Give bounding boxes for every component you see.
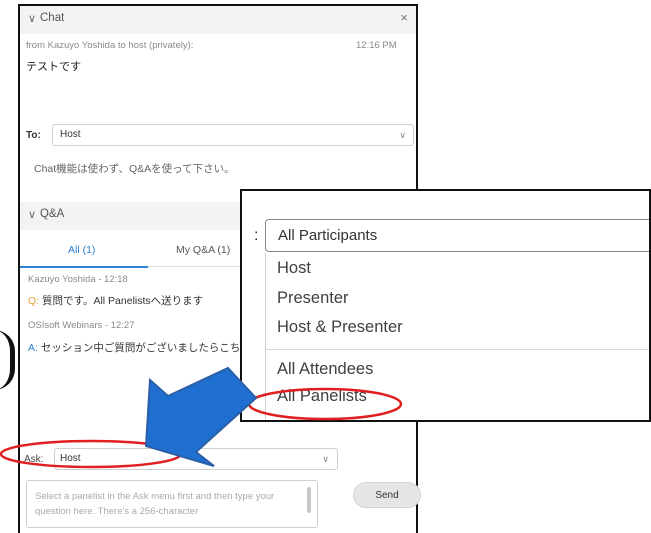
dropdown-option-host[interactable]: Host — [277, 259, 311, 278]
dropdown-option-host-presenter[interactable]: Host & Presenter — [277, 318, 403, 337]
ask-select-value: Host — [60, 453, 81, 464]
dropdown-selected-field[interactable]: All Participants — [265, 219, 649, 252]
dropdown-option-presenter[interactable]: Presenter — [277, 289, 349, 308]
chat-message-time: 12:16 PM — [356, 40, 397, 51]
send-button[interactable]: Send — [353, 482, 421, 508]
background-bracket — [0, 330, 15, 390]
ask-label: Ask: — [24, 454, 44, 465]
tab-my-qa[interactable]: My Q&A (1) — [148, 238, 248, 267]
dropdown-option-all-attendees[interactable]: All Attendees — [277, 360, 373, 379]
chat-header[interactable]: ∨ Chat × — [20, 6, 416, 34]
answer-prefix: A: — [28, 342, 38, 354]
chat-notice: Chat機能は使わず、Q&Aを使って下さい。 — [34, 163, 235, 175]
dropdown-divider — [266, 349, 649, 350]
dropdown-option-all-panelists[interactable]: All Panelists — [277, 387, 367, 406]
chevron-down-icon[interactable]: ∨ — [28, 12, 36, 25]
qa-entry-question[interactable]: Q: 質問です。All Panelistsへ送ります — [28, 293, 203, 308]
tab-all[interactable]: All (1) — [20, 238, 148, 268]
ask-dropdown-zoom: : All Participants Host Presenter Host &… — [240, 189, 651, 422]
qa-entry-answer[interactable]: A: セッション中ご質問がございましたらこちらに — [28, 340, 261, 355]
question-placeholder: Select a panelist in the Ask menu first … — [35, 491, 275, 517]
ask-select[interactable]: Host ∨ — [54, 448, 338, 470]
dropdown-selected-value: All Participants — [278, 227, 378, 244]
input-scrollbar[interactable] — [307, 487, 311, 513]
chat-title: Chat — [40, 12, 65, 24]
to-select-value: Host — [60, 129, 81, 140]
chevron-down-icon: ∨ — [399, 130, 406, 140]
chevron-down-icon: ∨ — [322, 454, 329, 464]
partial-colon: : — [254, 227, 259, 244]
close-icon[interactable]: × — [400, 10, 408, 25]
chevron-down-icon[interactable]: ∨ — [28, 208, 36, 221]
qa-entry-meta: Kazuyo Yoshida - 12:18 — [28, 274, 128, 285]
to-label: To: — [26, 130, 41, 141]
qa-title: Q&A — [40, 208, 65, 220]
to-select[interactable]: Host ∨ — [52, 124, 414, 146]
tab-all-label: All (1) — [68, 244, 96, 256]
tab-my-qa-label: My Q&A (1) — [176, 244, 231, 256]
question-input[interactable]: Select a panelist in the Ask menu first … — [26, 480, 318, 528]
chat-message-text: テストです — [26, 61, 81, 73]
answer-text: セッション中ご質問がございましたらこちらに — [40, 342, 262, 354]
qa-entry-meta: OSIsoft Webinars - 12:27 — [28, 320, 135, 331]
chat-message-meta: from Kazuyo Yoshida to host (privately): — [26, 40, 194, 51]
question-prefix: Q: — [28, 295, 40, 307]
question-text: 質問です。All Panelistsへ送ります — [42, 295, 204, 307]
